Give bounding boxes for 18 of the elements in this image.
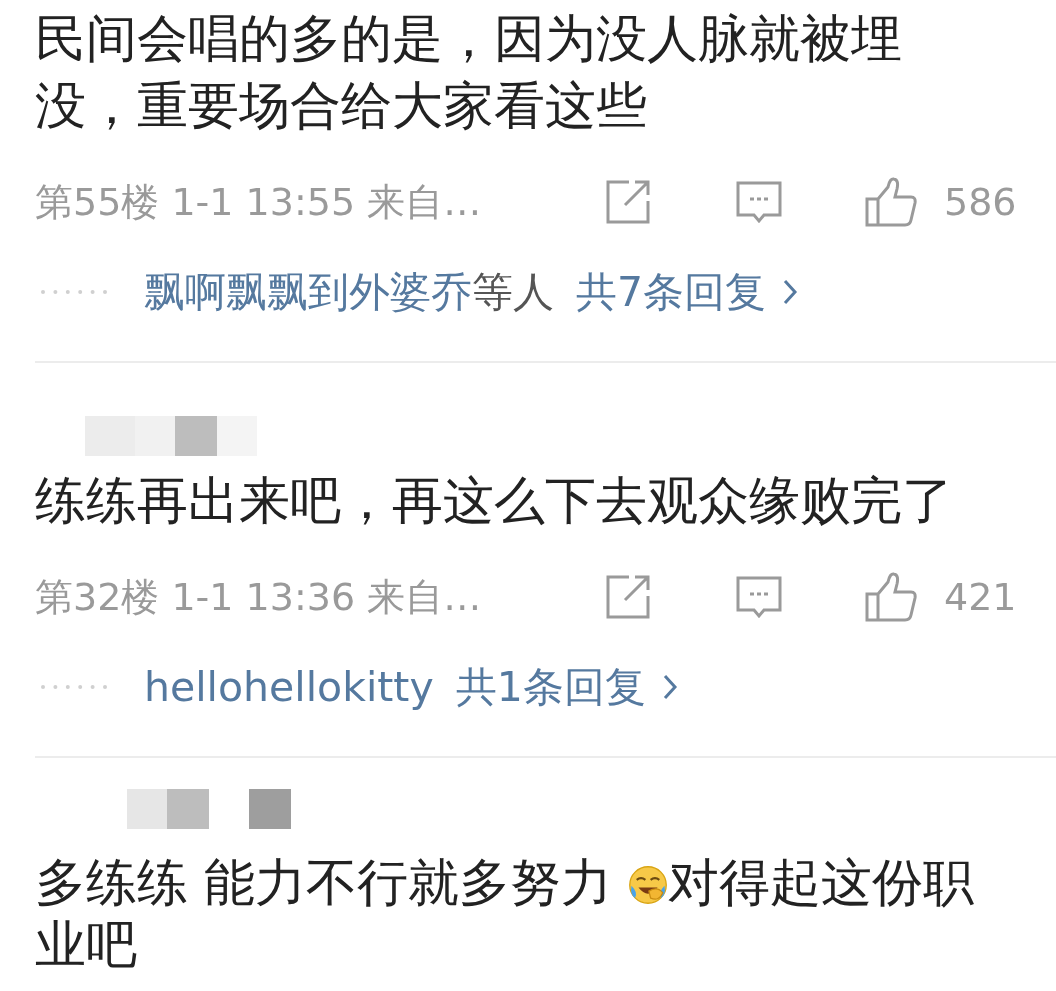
share-icon[interactable] xyxy=(605,179,651,225)
like-count: 421 xyxy=(944,575,1017,619)
share-icon[interactable] xyxy=(605,574,651,620)
dots-icon xyxy=(40,289,108,295)
chevron-right-icon xyxy=(661,673,678,701)
thumbs-up-icon[interactable] xyxy=(865,177,917,227)
replies-link[interactable]: 飘啊飘飘到外婆乔等人 共7条回复 xyxy=(144,264,799,320)
dots-icon xyxy=(40,684,108,690)
post-info: 第32楼 1-1 13:36 来自… xyxy=(35,573,483,621)
chevron-right-icon xyxy=(782,278,799,306)
comment-text: 多练练 能力不行就多努力 对得起这份职业吧 xyxy=(35,852,976,976)
laughing-emoji-icon xyxy=(628,865,669,905)
comment-text: 民间会唱的多的是，因为没人脉就被埋没，重要场合给大家看这些 xyxy=(35,8,903,137)
like-count: 586 xyxy=(944,180,1017,224)
post-info: 第55楼 1-1 13:55 来自… xyxy=(35,178,483,226)
replies-link[interactable]: hellohellokitty 共1条回复 xyxy=(144,659,678,715)
comment-text: 练练再出来吧，再这么下去观众缘败完了 xyxy=(35,470,954,532)
thumbs-up-icon[interactable] xyxy=(865,572,917,622)
